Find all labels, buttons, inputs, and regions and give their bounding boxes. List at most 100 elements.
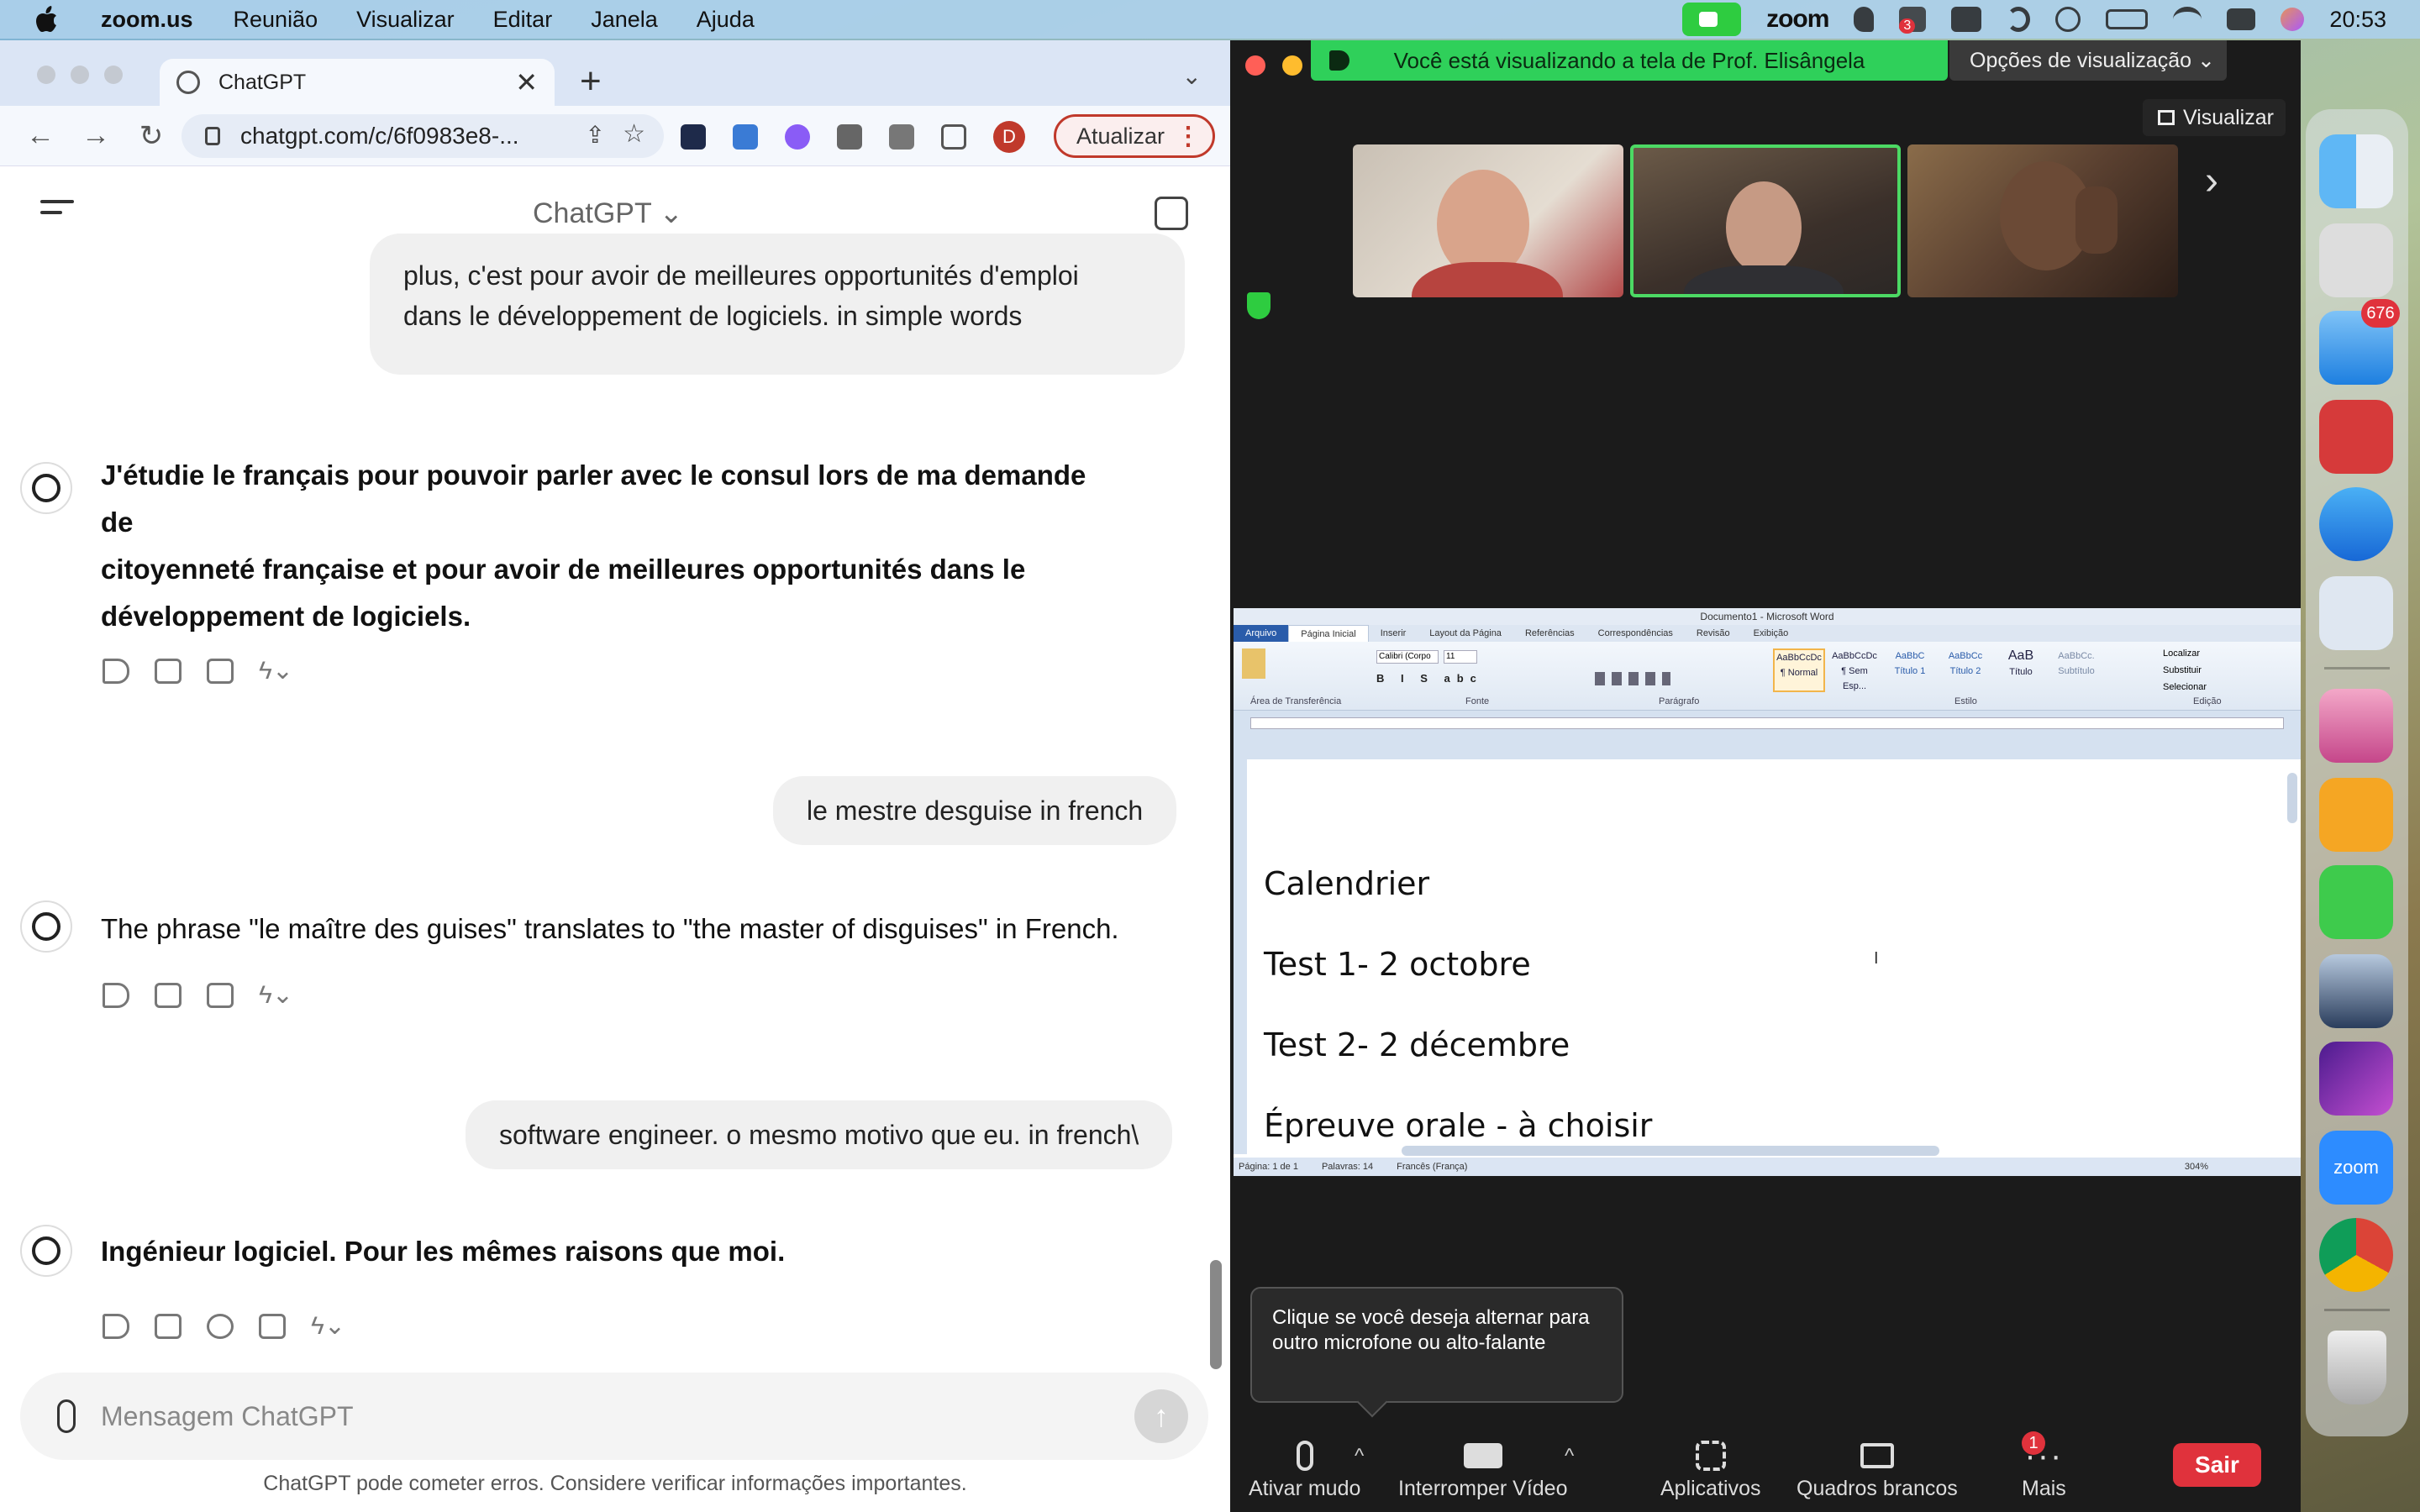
address-bar[interactable]: chatgpt.com/c/6f0983e8-... ⇪ ☆ — [182, 114, 664, 158]
security-shield-icon[interactable] — [1247, 292, 1270, 319]
night-mode-icon[interactable] — [2007, 7, 2031, 32]
puzzle-extensions-icon[interactable] — [837, 124, 862, 150]
profile-avatar[interactable]: D — [993, 121, 1025, 153]
bookmark-star-icon[interactable]: ☆ — [623, 119, 645, 149]
tab-chatgpt[interactable]: ChatGPT ✕ — [160, 59, 555, 106]
participant-video[interactable] — [1907, 144, 2178, 297]
menu-item-reuniao[interactable]: Reunião — [234, 7, 318, 33]
creative-app-icon[interactable] — [2319, 576, 2393, 650]
attach-paperclip-icon[interactable] — [57, 1399, 76, 1433]
more-menu-icon[interactable]: ⋮ — [1176, 122, 1201, 151]
send-arrow-icon[interactable]: ↑ — [1134, 1389, 1188, 1443]
text-cursor-icon: I — [1874, 949, 1879, 968]
switch-model-icon[interactable]: ϟ⌄ — [311, 1314, 345, 1339]
apps-button[interactable]: Aplicativos — [1660, 1435, 1761, 1501]
safari-icon[interactable] — [2319, 487, 2393, 561]
launchpad-icon[interactable] — [2319, 223, 2393, 297]
maximize-window-button[interactable] — [104, 66, 123, 84]
read-aloud-icon[interactable] — [103, 1314, 129, 1339]
thumbs-down-icon[interactable] — [207, 983, 234, 1008]
mute-button[interactable]: Ativar mudo — [1249, 1435, 1360, 1501]
new-chat-icon[interactable] — [1155, 197, 1188, 230]
thumbs-down-icon[interactable] — [259, 1314, 286, 1339]
view-button[interactable]: Visualizar — [2143, 99, 2286, 136]
audio-options-caret-icon[interactable]: ^ — [1355, 1445, 1364, 1468]
time-machine-icon[interactable] — [2055, 7, 2081, 32]
read-aloud-icon[interactable] — [103, 659, 129, 684]
zoom-meeting-status-icon[interactable] — [1682, 3, 1742, 36]
preview-icon[interactable] — [2319, 954, 2393, 1028]
battery-icon[interactable] — [2106, 9, 2149, 29]
chatgpt-avatar-icon — [20, 462, 72, 514]
regenerate-model-icon[interactable]: ϟ⌄ — [259, 983, 293, 1008]
control-center-icon[interactable] — [2227, 8, 2256, 30]
copy-icon[interactable] — [155, 659, 182, 684]
read-aloud-icon[interactable] — [103, 983, 129, 1008]
site-info-icon[interactable] — [205, 127, 220, 145]
menu-item-ajuda[interactable]: Ajuda — [697, 7, 755, 33]
word-tab-exibicao: Exibição — [1753, 628, 1789, 638]
thumbs-down-icon[interactable] — [207, 659, 234, 684]
media-controls-icon[interactable] — [889, 124, 914, 150]
chrome-icon[interactable] — [2319, 1218, 2393, 1292]
video-options-caret-icon[interactable]: ^ — [1565, 1445, 1574, 1468]
leave-meeting-button[interactable]: Sair — [2173, 1443, 2261, 1487]
finder-icon[interactable] — [2319, 134, 2393, 208]
back-arrow-icon[interactable]: ← — [25, 119, 55, 152]
menubar-clock[interactable]: 20:53 — [2329, 7, 2386, 33]
disk-utility-icon[interactable] — [2319, 689, 2393, 763]
pages-icon[interactable] — [2319, 778, 2393, 852]
chatgpt-avatar-icon — [20, 900, 72, 953]
menu-item-janela[interactable]: Janela — [591, 7, 658, 33]
message-composer[interactable]: Mensagem ChatGPT ↑ — [20, 1373, 1208, 1460]
word-ribbon: Calibri (Corpo 11 B I S abc AaBbCcDc ¶ No… — [1234, 642, 2301, 711]
zoom-close-button[interactable] — [1245, 55, 1265, 76]
sidebar-toggle-icon[interactable] — [40, 200, 74, 222]
side-panel-icon[interactable] — [941, 124, 966, 150]
regenerate-model-icon[interactable]: ϟ⌄ — [259, 659, 293, 684]
dock-separator — [2324, 1309, 2390, 1311]
view-options-dropdown[interactable]: Opções de visualização ⌄ — [1949, 40, 2227, 81]
wifi-icon[interactable] — [2173, 7, 2202, 32]
extension-filter-icon[interactable] — [733, 124, 758, 150]
participant-video[interactable] — [1353, 144, 1623, 297]
chat-scrollbar[interactable] — [1210, 1260, 1222, 1369]
active-speaker-video[interactable] — [1630, 144, 1901, 297]
message-input[interactable]: Mensagem ChatGPT — [101, 1401, 354, 1432]
menu-item-visualizar[interactable]: Visualizar — [356, 7, 455, 33]
zoom-minimize-button[interactable] — [1282, 55, 1302, 76]
model-selector[interactable]: ChatGPT ⌄ — [533, 197, 683, 230]
reload-icon[interactable]: ↻ — [136, 119, 166, 153]
messages-icon[interactable] — [2319, 865, 2393, 939]
paw-app-icon[interactable] — [2319, 400, 2393, 474]
forward-arrow-icon[interactable]: → — [81, 119, 111, 152]
arc-icon[interactable] — [2319, 1042, 2393, 1116]
tab-search-chevron-icon[interactable]: ⌄ — [1182, 62, 1202, 90]
browser-window: ChatGPT ✕ + ⌄ ← → ↻ chatgpt.com/c/6f0983… — [0, 40, 1230, 1512]
messages-menubar-icon[interactable] — [1951, 7, 1982, 32]
next-page-chevron-icon[interactable]: › — [2205, 158, 2218, 204]
apple-logo-icon[interactable] — [34, 5, 59, 34]
zoom-app-icon[interactable]: zoom — [2319, 1131, 2393, 1205]
zoom-menubar-label[interactable]: zoom — [1766, 5, 1829, 34]
copy-icon[interactable] — [155, 1314, 182, 1339]
minimize-window-button[interactable] — [71, 66, 89, 84]
menu-app-name[interactable]: zoom.us — [101, 7, 193, 33]
copy-icon[interactable] — [155, 983, 182, 1008]
extension-triangle-icon[interactable] — [785, 124, 810, 150]
focus-icon[interactable] — [1854, 7, 1875, 32]
regenerate-icon[interactable] — [207, 1314, 234, 1339]
close-tab-icon[interactable]: ✕ — [515, 66, 538, 98]
siri-icon[interactable] — [2281, 8, 2305, 31]
trash-icon[interactable] — [2328, 1331, 2386, 1404]
new-tab-button[interactable]: + — [580, 60, 602, 102]
video-button[interactable]: Interromper Vídeo — [1398, 1435, 1568, 1501]
whiteboards-button[interactable]: Quadros brancos — [1797, 1435, 1958, 1501]
dropbox-icon[interactable]: 3 — [1899, 7, 1927, 34]
share-icon[interactable]: ⇪ — [586, 121, 605, 149]
word-tab-pagina-inicial: Página Inicial — [1288, 625, 1369, 642]
close-window-button[interactable] — [37, 66, 55, 84]
update-browser-button[interactable]: Atualizar ⋮ — [1054, 114, 1215, 158]
react-devtools-icon[interactable] — [681, 124, 706, 150]
menu-item-editar[interactable]: Editar — [493, 7, 553, 33]
